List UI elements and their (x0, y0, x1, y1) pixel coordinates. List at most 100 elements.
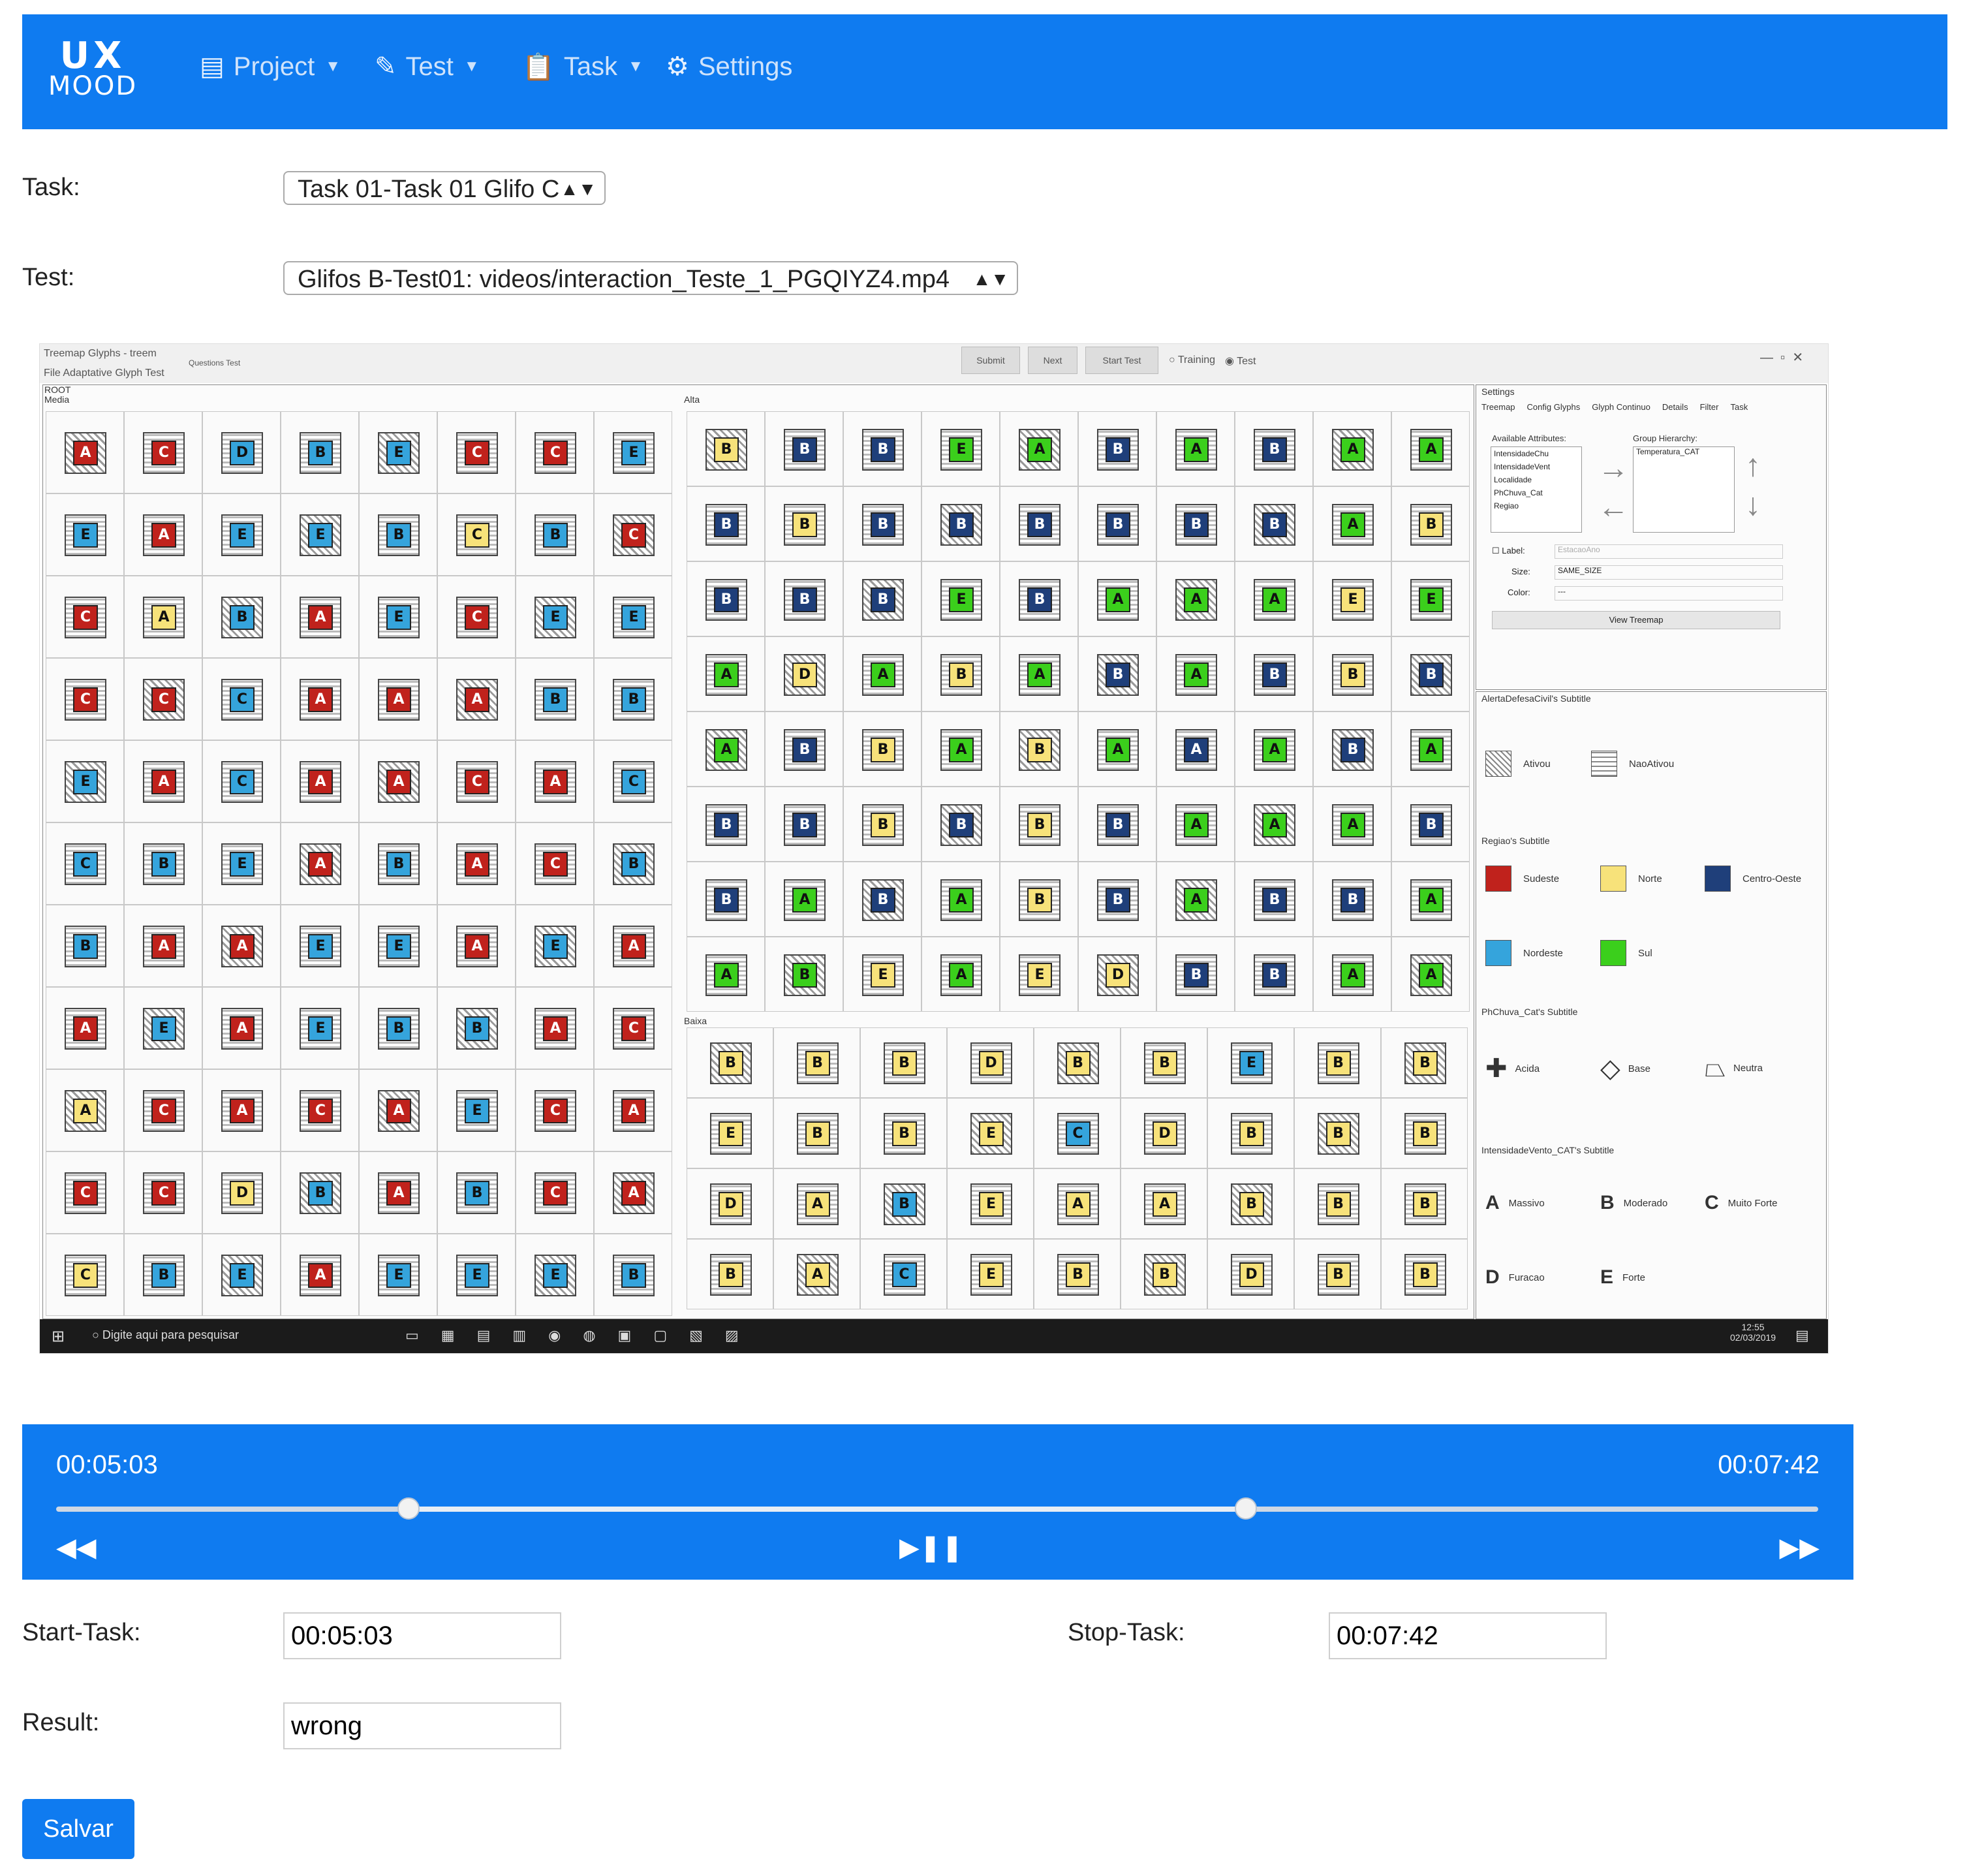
media-cell[interactable]: A (281, 822, 359, 905)
media-cell[interactable]: A (46, 987, 124, 1069)
forward-button[interactable]: ▶▶ (1779, 1533, 1820, 1563)
alta-cell[interactable]: B (1313, 862, 1391, 937)
alta-cell[interactable]: A (765, 862, 843, 937)
baixa-cell[interactable]: E (1207, 1027, 1294, 1098)
alta-cell[interactable]: B (1391, 787, 1470, 862)
alta-cell[interactable]: B (843, 561, 922, 636)
alta-cell[interactable]: B (1078, 787, 1156, 862)
media-cell[interactable]: C (202, 658, 281, 740)
arrow-up-icon[interactable]: ↑ (1745, 448, 1761, 484)
media-cell[interactable]: C (46, 1151, 124, 1234)
alta-cell[interactable]: B (687, 486, 765, 561)
media-cell[interactable]: D (202, 411, 281, 493)
video-radio-training[interactable]: ○ Training (1169, 354, 1215, 366)
alta-cell[interactable]: A (1156, 862, 1235, 937)
baixa-cell[interactable]: B (1381, 1027, 1468, 1098)
baixa-cell[interactable]: B (1207, 1098, 1294, 1168)
alta-cell[interactable]: B (1000, 711, 1078, 787)
nav-task[interactable]: 📋 Task ▼ (522, 48, 643, 85)
media-cell[interactable]: C (46, 822, 124, 905)
alta-cell[interactable]: E (1313, 561, 1391, 636)
baixa-cell[interactable]: D (1207, 1239, 1294, 1309)
media-cell[interactable]: E (202, 493, 281, 576)
video-start-test-button[interactable]: Start Test (1085, 347, 1158, 374)
alta-cell[interactable]: A (1156, 787, 1235, 862)
baixa-cell[interactable]: E (687, 1098, 773, 1168)
alta-cell[interactable]: A (1000, 411, 1078, 486)
media-cell[interactable]: A (124, 493, 202, 576)
tab-treemap[interactable]: Treemap (1481, 402, 1515, 412)
media-cell[interactable]: C (437, 740, 516, 822)
baixa-cell[interactable]: B (860, 1027, 947, 1098)
media-cell[interactable]: A (437, 658, 516, 740)
alta-cell[interactable]: B (687, 561, 765, 636)
result-input[interactable] (283, 1702, 561, 1749)
media-cell[interactable]: A (516, 740, 594, 822)
media-cell[interactable]: C (202, 740, 281, 822)
size-select[interactable]: SAME_SIZE (1555, 565, 1783, 580)
media-cell[interactable]: A (281, 1234, 359, 1316)
alta-cell[interactable]: B (843, 787, 922, 862)
baixa-cell[interactable]: E (947, 1098, 1034, 1168)
media-cell[interactable]: B (281, 1151, 359, 1234)
media-cell[interactable]: C (594, 493, 672, 576)
media-cell[interactable]: E (359, 576, 437, 658)
media-cell[interactable]: B (594, 1234, 672, 1316)
alta-cell[interactable]: B (1235, 411, 1313, 486)
alta-cell[interactable]: A (687, 636, 765, 711)
media-cell[interactable]: A (124, 905, 202, 987)
media-cell[interactable]: A (359, 1151, 437, 1234)
alta-cell[interactable]: A (1156, 411, 1235, 486)
baixa-cell[interactable]: B (687, 1239, 773, 1309)
alta-cell[interactable]: B (765, 411, 843, 486)
ux-mood-logo[interactable]: UX MOOD (47, 38, 138, 111)
baixa-cell[interactable]: A (1121, 1168, 1207, 1239)
alta-cell[interactable]: A (922, 862, 1000, 937)
media-cell[interactable]: A (281, 576, 359, 658)
baixa-cell[interactable]: B (1121, 1027, 1207, 1098)
nav-project[interactable]: ▤ Project ▼ (200, 48, 341, 85)
nav-settings[interactable]: ⚙ Settings (666, 48, 792, 85)
taskbar-app-icons[interactable]: ▭▦▤▥◉◍▣▢▧▨ (405, 1327, 761, 1344)
media-cell[interactable]: E (516, 1234, 594, 1316)
rewind-button[interactable]: ◀◀ (56, 1533, 97, 1563)
media-cell[interactable]: E (437, 1069, 516, 1151)
alta-cell[interactable]: B (922, 636, 1000, 711)
media-cell[interactable]: E (202, 822, 281, 905)
attribute-item[interactable]: PhChuva_Cat (1494, 486, 1581, 499)
media-cell[interactable]: B (437, 1151, 516, 1234)
taskbar-search[interactable]: ○ Digite aqui para pesquisar (92, 1328, 239, 1342)
media-cell[interactable]: A (359, 1069, 437, 1151)
alta-cell[interactable]: A (687, 711, 765, 787)
windows-start-icon[interactable]: ⊞ (52, 1327, 65, 1346)
media-cell[interactable]: C (281, 1069, 359, 1151)
media-cell[interactable]: A (594, 1151, 672, 1234)
baixa-cell[interactable]: B (1294, 1168, 1381, 1239)
media-cell[interactable]: C (594, 740, 672, 822)
media-cell[interactable]: E (281, 905, 359, 987)
media-cell[interactable]: E (46, 740, 124, 822)
alta-cell[interactable]: A (1000, 636, 1078, 711)
media-cell[interactable]: B (124, 822, 202, 905)
baixa-cell[interactable]: A (1034, 1168, 1121, 1239)
baixa-cell[interactable]: E (947, 1239, 1034, 1309)
media-cell[interactable]: B (359, 987, 437, 1069)
baixa-cell[interactable]: B (1121, 1239, 1207, 1309)
alta-cell[interactable]: E (922, 561, 1000, 636)
media-cell[interactable]: B (437, 987, 516, 1069)
media-cell[interactable]: C (124, 1151, 202, 1234)
stop-task-input[interactable] (1329, 1612, 1607, 1659)
alta-cell[interactable]: A (1078, 561, 1156, 636)
start-task-input[interactable] (283, 1612, 561, 1659)
media-cell[interactable]: A (202, 987, 281, 1069)
media-cell[interactable]: C (437, 411, 516, 493)
alta-cell[interactable]: A (687, 937, 765, 1012)
baixa-cell[interactable]: B (773, 1098, 860, 1168)
alta-cell[interactable]: B (1078, 411, 1156, 486)
alta-cell[interactable]: B (922, 787, 1000, 862)
baixa-cell[interactable]: B (1294, 1239, 1381, 1309)
alta-cell[interactable]: B (765, 937, 843, 1012)
alta-cell[interactable]: A (1313, 937, 1391, 1012)
baixa-cell[interactable]: D (687, 1168, 773, 1239)
alta-cell[interactable]: B (1078, 636, 1156, 711)
